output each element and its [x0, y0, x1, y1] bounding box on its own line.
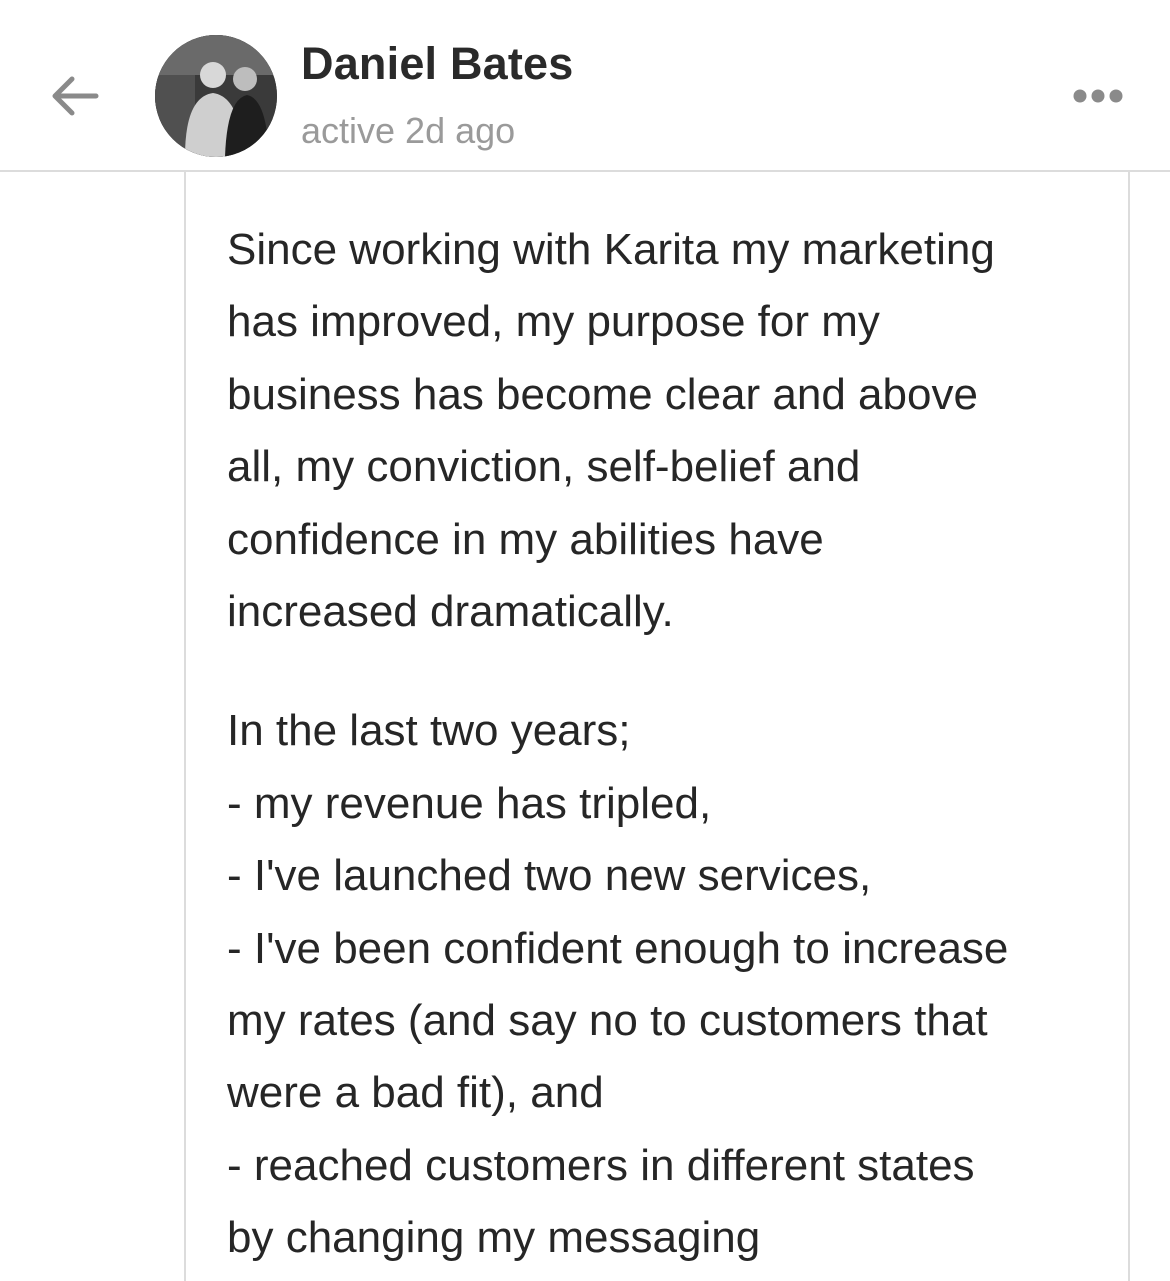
message-line: confidence in my abilities have	[227, 514, 824, 564]
message-panel: Since working with Karita my marketing h…	[184, 172, 1130, 1281]
message-paragraph: In the last two years; - my revenue has …	[227, 695, 1107, 1274]
message-line: - I've launched two new services,	[227, 851, 872, 901]
more-horizontal-icon	[1073, 89, 1123, 103]
message-line: has improved, my purpose for my	[227, 297, 880, 347]
message-line: - reached customers in different states	[227, 1140, 975, 1190]
more-options-button[interactable]	[1066, 80, 1130, 112]
message-line: business has become clear and above	[227, 369, 978, 419]
chat-header: Daniel Bates active 2d ago	[0, 0, 1170, 172]
avatar[interactable]	[155, 35, 277, 157]
message-line: increased dramatically.	[227, 587, 674, 637]
profile-photo-image	[155, 35, 277, 157]
message-line: by changing my messaging	[227, 1213, 761, 1263]
message-line: - I've been confident enough to increase	[227, 923, 1009, 973]
message-line: my rates (and say no to customers that	[227, 996, 988, 1046]
activity-status: active 2d ago	[301, 110, 516, 151]
message-line: In the last two years;	[227, 706, 631, 756]
message-line: all, my conviction, self-belief and	[227, 442, 861, 492]
arrow-left-icon	[52, 76, 99, 116]
message-line: were a bad fit), and	[227, 1068, 604, 1118]
message-line: Since working with Karita my marketing	[227, 225, 995, 274]
contact-name[interactable]: Daniel Bates	[301, 38, 574, 90]
message-paragraph: Since working with Karita my marketing h…	[227, 214, 1107, 648]
message-line: - my revenue has tripled,	[227, 778, 712, 828]
message-body: Since working with Karita my marketing h…	[227, 214, 1107, 1275]
back-button[interactable]	[42, 66, 106, 126]
